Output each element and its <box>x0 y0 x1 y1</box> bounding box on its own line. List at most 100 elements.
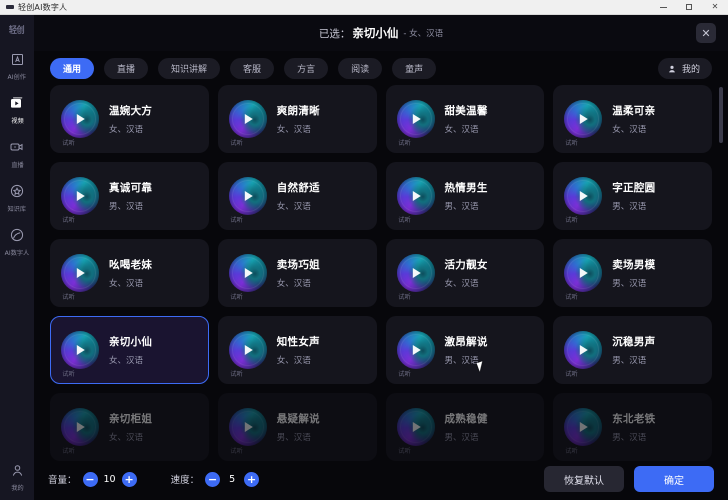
dialog-header: 已选： 亲切小仙 - 女、汉语 ✕ <box>34 15 728 51</box>
voice-play-avatar[interactable] <box>228 254 267 292</box>
window-close-button[interactable]: ✕ <box>702 0 728 15</box>
voice-card[interactable]: 试听 吆喝老妹 女、汉语 <box>50 239 209 307</box>
voice-play-avatar[interactable] <box>564 100 603 138</box>
sidebar-item-profile[interactable]: 我的 <box>0 461 34 492</box>
voice-card-text: 爽朗清晰 女、汉语 <box>277 103 320 135</box>
voice-meta: 女、汉语 <box>109 356 144 366</box>
sidebar-item-ai-avatar[interactable]: AI数字人 <box>0 226 34 257</box>
sidebar: 轻创 AI创作 视频 直播 知识库 AI数字人 我的 <box>0 15 34 500</box>
voice-play-avatar[interactable] <box>228 177 267 215</box>
voice-play-avatar[interactable] <box>564 408 603 446</box>
voice-play-avatar[interactable] <box>396 331 435 369</box>
voice-play-avatar[interactable] <box>396 100 435 138</box>
voice-play-avatar[interactable] <box>61 177 99 215</box>
camera-icon <box>8 138 26 156</box>
voice-play-avatar[interactable] <box>396 408 435 446</box>
sidebar-item-live[interactable]: 直播 <box>0 138 34 169</box>
my-voices-button[interactable]: 我的 <box>657 58 712 79</box>
voice-meta: 女、汉语 <box>276 279 311 289</box>
avatar-ring <box>231 334 264 366</box>
voice-card[interactable]: 试听 温婉大方 女、汉语 <box>50 85 209 153</box>
avatar-ring <box>567 103 600 135</box>
voice-play-avatar[interactable] <box>564 331 603 369</box>
tab-knowledge-explain[interactable]: 知识讲解 <box>158 57 221 79</box>
volume-increase-button[interactable]: + <box>121 471 137 487</box>
voice-card[interactable]: 试听 亲切小仙 女、汉语 <box>50 316 209 384</box>
voice-play-avatar[interactable] <box>61 100 99 138</box>
restore-defaults-button[interactable]: 恢复默认 <box>544 466 624 492</box>
voice-trial-label: 试听 <box>565 370 578 378</box>
voice-trial-label: 试听 <box>397 293 411 301</box>
tab-customer-service[interactable]: 客服 <box>230 57 275 79</box>
voice-play-avatar[interactable] <box>61 331 99 369</box>
speed-label: 速度： <box>170 475 200 486</box>
voice-play-avatar[interactable] <box>61 254 99 292</box>
tab-dialect[interactable]: 方言 <box>284 57 329 79</box>
dialog-close-button[interactable]: ✕ <box>696 23 716 43</box>
voice-card[interactable]: 试听 热情男生 男、汉语 <box>385 162 545 230</box>
close-icon: ✕ <box>711 2 719 11</box>
voice-card[interactable]: 试听 亲切柜姐 女、汉语 <box>50 393 209 461</box>
voice-play-avatar[interactable] <box>396 254 435 292</box>
voice-card[interactable]: 试听 卖场巧姐 女、汉语 <box>217 239 377 307</box>
voice-card-text: 知性女声 女、汉语 <box>277 334 320 366</box>
voice-play-avatar[interactable] <box>564 254 603 292</box>
voice-card[interactable]: 试听 沉稳男声 男、汉语 <box>553 316 712 384</box>
voice-card[interactable]: 试听 卖场男模 男、汉语 <box>553 239 712 307</box>
voice-trial-label: 试听 <box>397 216 411 224</box>
voice-card[interactable]: 试听 悬疑解说 男、汉语 <box>217 393 377 461</box>
voice-card[interactable]: 试听 爽朗清晰 女、汉语 <box>217 85 377 153</box>
voice-play-avatar[interactable] <box>61 408 99 446</box>
voice-card[interactable]: 试听 成熟稳健 男、汉语 <box>385 393 545 461</box>
voice-play-avatar[interactable] <box>228 100 267 138</box>
voice-card[interactable]: 试听 真诚可靠 男、汉语 <box>50 162 209 230</box>
maximize-button[interactable] <box>676 0 702 15</box>
voice-meta: 男、汉语 <box>612 433 647 443</box>
voice-meta: 女、汉语 <box>109 125 144 135</box>
scrollbar-thumb[interactable] <box>719 87 723 143</box>
voice-grid-scrollbar[interactable] <box>719 87 723 492</box>
voice-card[interactable]: 试听 激昂解说 男、汉语 <box>385 316 545 384</box>
minimize-button[interactable] <box>650 0 676 15</box>
user-icon <box>8 461 26 479</box>
voice-card[interactable]: 试听 活力靓女 女、汉语 <box>385 239 545 307</box>
voice-trial-label: 试听 <box>397 370 411 378</box>
voice-card[interactable]: 试听 知性女声 女、汉语 <box>217 316 377 384</box>
tab-general[interactable]: 通用 <box>50 57 95 79</box>
avatar-ring <box>64 257 96 289</box>
tab-live[interactable]: 直播 <box>104 57 149 79</box>
avatar-ring <box>64 411 96 443</box>
sidebar-label-ai-avatar: AI数字人 <box>4 249 30 257</box>
voice-meta: 男、汉语 <box>444 433 479 443</box>
voice-name: 亲切柜姐 <box>109 413 153 425</box>
voice-card[interactable]: 试听 东北老铁 男、汉语 <box>553 393 712 461</box>
voice-name: 沉稳男声 <box>612 336 656 348</box>
voice-name: 亲切小仙 <box>109 336 153 348</box>
voice-meta: 男、汉语 <box>276 433 311 443</box>
confirm-button[interactable]: 确定 <box>634 466 714 492</box>
voice-card[interactable]: 试听 甜美温馨 女、汉语 <box>385 85 545 153</box>
voice-play-avatar[interactable] <box>564 177 603 215</box>
tab-child-voice[interactable]: 童声 <box>392 57 437 79</box>
sidebar-item-knowledge[interactable]: 知识库 <box>0 182 34 213</box>
voice-meta: 女、汉语 <box>109 279 144 289</box>
avatar-ring <box>567 257 600 289</box>
voice-play-avatar[interactable] <box>396 177 435 215</box>
volume-decrease-button[interactable]: − <box>82 471 98 487</box>
speed-increase-button[interactable]: + <box>244 471 260 487</box>
speed-decrease-button[interactable]: − <box>205 471 221 487</box>
voice-card[interactable]: 试听 字正腔圆 男、汉语 <box>553 162 712 230</box>
voice-trial-label: 试听 <box>565 293 578 301</box>
voice-card[interactable]: 试听 温柔可亲 女、汉语 <box>553 85 712 153</box>
avatar-ring <box>400 411 432 443</box>
sidebar-item-video[interactable]: 视频 <box>0 94 34 125</box>
voice-play-avatar[interactable] <box>228 408 267 446</box>
voice-play-avatar[interactable] <box>228 331 267 369</box>
voice-trial-label: 试听 <box>397 139 411 147</box>
sidebar-item-ai-creation[interactable]: AI创作 <box>0 50 34 81</box>
tab-reading[interactable]: 阅读 <box>338 57 383 79</box>
voice-trial-label: 试听 <box>565 216 578 224</box>
voice-name: 温婉大方 <box>109 105 153 117</box>
voice-name: 字正腔圆 <box>612 182 656 194</box>
voice-card[interactable]: 试听 自然舒适 女、汉语 <box>217 162 377 230</box>
